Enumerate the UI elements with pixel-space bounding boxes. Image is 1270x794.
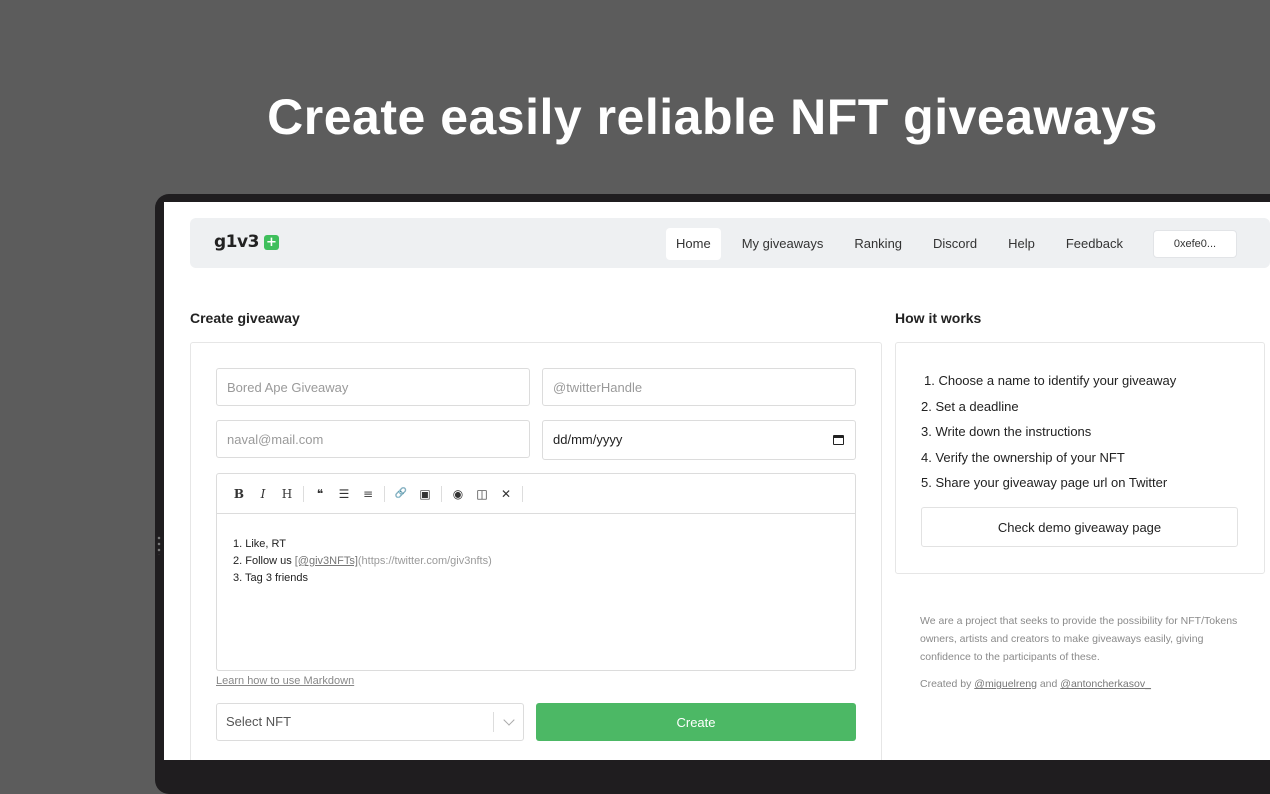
navbar: g1v3 + Home My giveaways Ranking Discord… <box>190 218 1270 268</box>
author-link-miguelreng[interactable]: @miguelreng <box>974 678 1037 690</box>
nav-help[interactable]: Help <box>998 228 1045 260</box>
deadline-date-input[interactable]: dd/mm/yyyy <box>542 420 856 460</box>
toolbar-divider <box>384 485 385 502</box>
credits-and: and <box>1039 678 1058 690</box>
giveaway-name-input[interactable] <box>216 368 530 406</box>
nav-my-giveaways[interactable]: My giveaways <box>732 228 834 260</box>
create-giveaway-card: dd/mm/yyyy B I H ❝ ☰ ≡ 🔗 ▣ ◉ ◫ ✕ <box>190 342 882 760</box>
side-by-side-icon[interactable]: ◫ <box>470 482 494 506</box>
demo-giveaway-button[interactable]: Check demo giveaway page <box>921 507 1238 547</box>
chevron-down-icon[interactable] <box>503 714 515 726</box>
create-button[interactable]: Create <box>536 703 856 741</box>
markdown-help-link[interactable]: Learn how to use Markdown <box>216 675 354 687</box>
nav-feedback[interactable]: Feedback <box>1056 228 1133 260</box>
credits: Created by @miguelreng and @antoncherkas… <box>920 678 1151 690</box>
select-nft-dropdown[interactable]: Select NFT <box>216 703 524 741</box>
editor-text: 2. Follow us <box>233 555 295 567</box>
twitter-handle-input[interactable] <box>542 368 856 406</box>
credits-label: Created by <box>920 678 972 690</box>
editor-content[interactable]: 1. Like, RT 2. Follow us [@giv3NFTs](htt… <box>217 514 855 609</box>
calendar-icon[interactable] <box>833 435 844 445</box>
editor-toolbar: B I H ❝ ☰ ≡ 🔗 ▣ ◉ ◫ ✕ <box>217 474 855 514</box>
link-icon[interactable]: 🔗 <box>389 482 413 506</box>
hero-title: Create easily reliable NFT giveaways <box>267 89 1158 145</box>
about-text: We are a project that seeks to provide t… <box>920 615 1238 663</box>
plus-icon: + <box>263 234 279 250</box>
heading-icon[interactable]: H <box>275 482 299 506</box>
step-item: 5. Share your giveaway page url on Twitt… <box>921 475 1168 490</box>
app-screen: g1v3 + Home My giveaways Ranking Discord… <box>164 202 1270 760</box>
create-giveaway-title: Create giveaway <box>190 310 300 326</box>
editor-line: 3. Tag 3 friends <box>233 572 309 584</box>
logo-text: g1v3 <box>214 232 259 252</box>
editor-link-url: (https://twitter.com/giv3nfts) <box>357 555 492 567</box>
editor-link-text: [@giv3NFTs] <box>294 555 358 567</box>
unordered-list-icon[interactable]: ☰ <box>332 482 356 506</box>
ordered-list-icon[interactable]: ≡ <box>356 482 380 506</box>
date-value: dd/mm/yyyy <box>553 432 623 447</box>
nav-home[interactable]: Home <box>666 228 721 260</box>
select-divider <box>493 712 494 732</box>
step-item: 1. Choose a name to identify your giveaw… <box>924 373 1177 388</box>
step-item: 3. Write down the instructions <box>921 424 1092 439</box>
drag-handle-icon[interactable] <box>157 535 161 555</box>
steps-list: 1. Choose a name to identify your giveaw… <box>921 373 1176 501</box>
image-icon[interactable]: ▣ <box>413 482 437 506</box>
quote-icon[interactable]: ❝ <box>308 482 332 506</box>
step-item: 2. Set a deadline <box>921 398 1019 414</box>
author-link-antoncherkasov[interactable]: @antoncherkasov_ <box>1060 678 1151 690</box>
editor-line: 2. Follow us [@giv3NFTs](https://twitter… <box>233 553 839 570</box>
nav-discord[interactable]: Discord <box>923 228 987 260</box>
step-item: 4. Verify the ownership of your NFT <box>921 449 1125 465</box>
select-nft-value: Select NFT <box>226 714 292 729</box>
email-input[interactable] <box>216 420 530 458</box>
editor-line: 1. Like, RT <box>233 538 286 550</box>
toolbar-divider <box>522 485 523 502</box>
bold-icon[interactable]: B <box>227 482 251 506</box>
fullscreen-icon[interactable]: ✕ <box>494 482 518 506</box>
toolbar-divider <box>441 485 442 502</box>
logo[interactable]: g1v3 + <box>214 232 279 252</box>
markdown-editor: B I H ❝ ☰ ≡ 🔗 ▣ ◉ ◫ ✕ 1. Like, RT 2. Fol… <box>216 473 856 671</box>
how-it-works-title: How it works <box>895 310 982 326</box>
italic-icon[interactable]: I <box>251 482 275 506</box>
wallet-button[interactable]: 0xefe0... <box>1153 230 1237 258</box>
preview-icon[interactable]: ◉ <box>446 482 470 506</box>
nav-ranking[interactable]: Ranking <box>844 228 912 260</box>
toolbar-divider <box>303 485 304 502</box>
how-it-works-card: 1. Choose a name to identify your giveaw… <box>895 342 1265 574</box>
nav-links: Home My giveaways Ranking Discord Help F… <box>666 228 1144 260</box>
